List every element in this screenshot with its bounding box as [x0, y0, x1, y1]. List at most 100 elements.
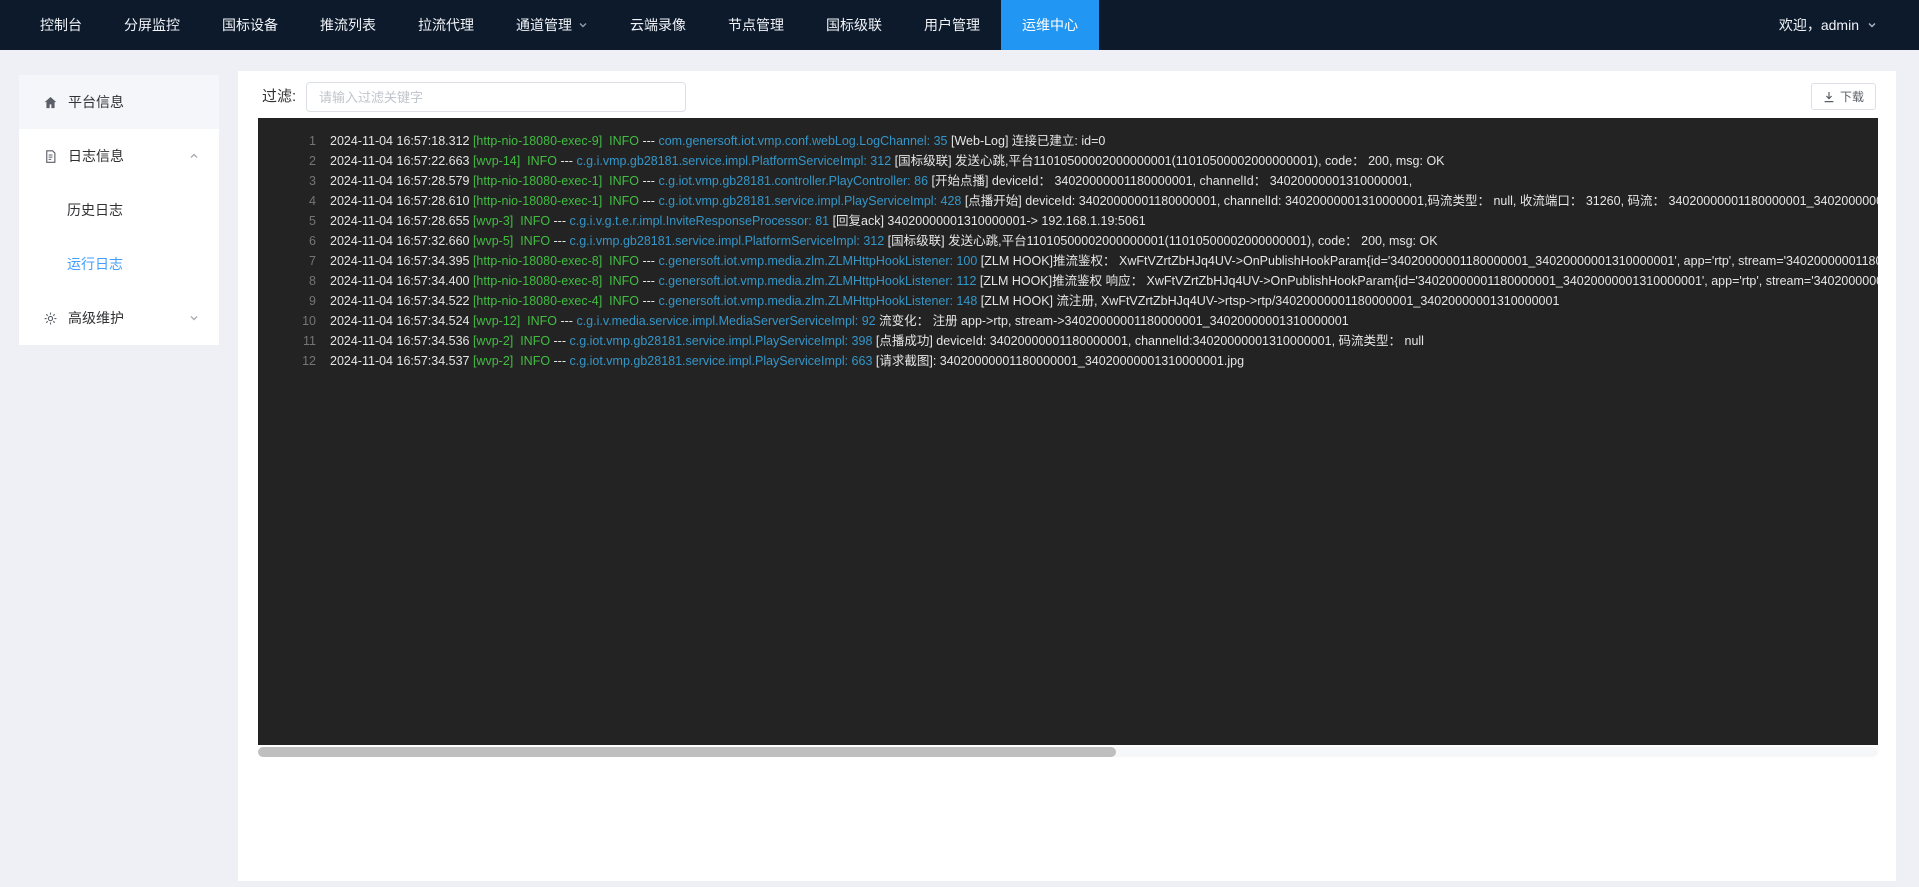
sidebar-item-label: 日志信息	[68, 146, 124, 166]
log-thread: [wvp-2] INFO	[473, 334, 550, 348]
log-logger-class: c.g.iot.vmp.gb28181.service.impl.PlaySer…	[569, 354, 872, 368]
home-icon	[43, 95, 58, 110]
horizontal-scrollbar-track[interactable]	[258, 747, 1878, 757]
nav-item-11[interactable]: 运维中心	[1001, 0, 1099, 50]
log-separator: ---	[639, 134, 658, 148]
sidebar-item-5[interactable]: 高级维护	[19, 291, 219, 345]
log-line: 6 2024-11-04 16:57:32.660 [wvp-5] INFO --…	[258, 231, 1878, 251]
sidebar-item-label: 高级维护	[68, 308, 124, 328]
log-logger-class: c.g.i.v.media.service.impl.MediaServerSe…	[576, 314, 875, 328]
nav-item-5[interactable]: 拉流代理	[397, 0, 495, 50]
log-line-text: 2024-11-04 16:57:18.312 [http-nio-18080-…	[330, 131, 1878, 151]
nav-item-8[interactable]: 节点管理	[707, 0, 805, 50]
nav-item-10[interactable]: 用户管理	[903, 0, 1001, 50]
log-line-number: 5	[258, 211, 316, 231]
log-line: 5 2024-11-04 16:57:28.655 [wvp-3] INFO --…	[258, 211, 1878, 231]
nav-item-9[interactable]: 国标级联	[805, 0, 903, 50]
log-message: [开始点播] deviceId： 34020000001180000001, c…	[928, 174, 1412, 188]
log-line-text: 2024-11-04 16:57:32.660 [wvp-5] INFO ---…	[330, 231, 1878, 251]
log-line-number: 12	[258, 351, 316, 371]
log-message: [点播开始] deviceId: 34020000001180000001, c…	[961, 194, 1878, 208]
log-logger-class: c.g.i.vmp.gb28181.service.impl.PlatformS…	[576, 154, 891, 168]
nav-item-label: 云端录像	[630, 15, 686, 35]
log-message: [ZLM HOOK] 流注册, XwFtVZrtZbHJq4UV->rtsp->…	[977, 294, 1559, 308]
log-toolbar: 过滤: 下载	[238, 71, 1896, 118]
nav-item-label: 运维中心	[1022, 15, 1078, 35]
log-separator: ---	[550, 354, 569, 368]
log-line-text: 2024-11-04 16:57:22.663 [wvp-14] INFO --…	[330, 151, 1878, 171]
log-separator: ---	[557, 154, 576, 168]
log-logger-class: c.g.i.v.g.t.e.r.impl.InviteResponseProce…	[569, 214, 829, 228]
nav-item-label: 节点管理	[728, 15, 784, 35]
nav-item-2[interactable]: 分屏监控	[103, 0, 201, 50]
log-separator: ---	[550, 214, 569, 228]
log-line-number: 9	[258, 291, 316, 311]
nav-item-label: 国标级联	[826, 15, 882, 35]
log-line: 2 2024-11-04 16:57:22.663 [wvp-14] INFO -…	[258, 151, 1878, 171]
log-line-text: 2024-11-04 16:57:34.395 [http-nio-18080-…	[330, 251, 1878, 271]
log-thread: [wvp-14] INFO	[473, 154, 557, 168]
log-line: 12 2024-11-04 16:57:34.537 [wvp-2] INFO -…	[258, 351, 1878, 371]
log-message: [点播成功] deviceId: 34020000001180000001, c…	[872, 334, 1424, 348]
nav-item-label: 通道管理	[516, 15, 572, 35]
document-icon	[43, 149, 58, 164]
log-timestamp: 2024-11-04 16:57:32.660	[330, 234, 473, 248]
nav-item-7[interactable]: 云端录像	[609, 0, 707, 50]
log-separator: ---	[639, 274, 658, 288]
log-console[interactable]: 12024-11-04 16:57:18.312 [http-nio-18080…	[258, 118, 1878, 745]
chevron-down-icon	[578, 20, 588, 30]
log-message: [ZLM HOOK]推流鉴权 响应： XwFtVZrtZbHJq4UV->OnP…	[976, 274, 1878, 288]
gear-icon	[43, 311, 58, 326]
sidebar-item-1[interactable]: 平台信息	[19, 75, 219, 129]
user-menu[interactable]: 欢迎，admin	[1779, 0, 1919, 50]
sidebar-item-2[interactable]: 日志信息	[19, 129, 219, 183]
log-line-number: 6	[258, 231, 316, 251]
log-line: 112024-11-04 16:57:34.536 [wvp-2] INFO -…	[258, 331, 1878, 351]
download-button[interactable]: 下载	[1811, 83, 1876, 110]
log-separator: ---	[550, 334, 569, 348]
log-line: 8 2024-11-04 16:57:34.400 [http-nio-18080…	[258, 271, 1878, 291]
log-line-number: 4	[258, 191, 316, 211]
log-logger-class: com.genersoft.iot.vmp.conf.webLog.LogCha…	[658, 134, 947, 148]
filter-input[interactable]	[306, 82, 686, 112]
log-thread: [http-nio-18080-exec-8] INFO	[473, 254, 639, 268]
log-line-text: 2024-11-04 16:57:34.524 [wvp-12] INFO --…	[330, 311, 1878, 331]
log-line: 92024-11-04 16:57:34.522 [http-nio-18080…	[258, 291, 1878, 311]
log-line-number: 7	[258, 251, 316, 271]
log-line-text: 2024-11-04 16:57:28.579 [http-nio-18080-…	[330, 171, 1878, 191]
nav-item-3[interactable]: 国标设备	[201, 0, 299, 50]
topnav-items: 控制台分屏监控 国标设备 推流列表 拉流代理 通道管理 云端录像 节点管理 国标级联 用户管理 运…	[19, 0, 1099, 50]
log-line-number: 2	[258, 151, 316, 171]
horizontal-scrollbar-thumb[interactable]	[258, 747, 1116, 757]
log-message: [请求截图]: 34020000001180000001_34020000001…	[872, 354, 1244, 368]
log-line-number: 8	[258, 271, 316, 291]
nav-item-4[interactable]: 推流列表	[299, 0, 397, 50]
log-logger-class: c.g.i.vmp.gb28181.service.impl.PlatformS…	[569, 234, 884, 248]
log-line-text: 2024-11-04 16:57:34.537 [wvp-2] INFO ---…	[330, 351, 1878, 371]
nav-item-1[interactable]: 控制台	[19, 0, 103, 50]
filter-label: 过滤:	[262, 85, 296, 106]
sidebar-item-3[interactable]: 历史日志	[19, 183, 219, 237]
sidebar-item-4[interactable]: 运行日志	[19, 237, 219, 291]
log-logger-class: c.genersoft.iot.vmp.media.zlm.ZLMHttpHoo…	[658, 254, 977, 268]
log-timestamp: 2024-11-04 16:57:34.522	[330, 294, 473, 308]
log-line-number: 3	[258, 171, 316, 191]
log-timestamp: 2024-11-04 16:57:18.312	[330, 134, 473, 148]
log-line-number: 10	[258, 311, 316, 331]
log-logger-class: c.g.iot.vmp.gb28181.service.impl.PlaySer…	[658, 194, 961, 208]
log-timestamp: 2024-11-04 16:57:34.524	[330, 314, 473, 328]
welcome-user-label: 欢迎，admin	[1779, 15, 1859, 35]
nav-item-label: 国标设备	[222, 15, 278, 35]
log-line-text: 2024-11-04 16:57:28.655 [wvp-3] INFO ---…	[330, 211, 1878, 231]
nav-item-label: 拉流代理	[418, 15, 474, 35]
log-timestamp: 2024-11-04 16:57:34.536	[330, 334, 473, 348]
main-content: 过滤: 下载 12024-11-04 16:57:18.312 [http-ni…	[238, 71, 1896, 881]
log-line-text: 2024-11-04 16:57:28.610 [http-nio-18080-…	[330, 191, 1878, 211]
top-navigation-bar: 控制台分屏监控 国标设备 推流列表 拉流代理 通道管理 云端录像 节点管理 国标级联 用户管理 运…	[0, 0, 1919, 50]
chevron-down-icon	[189, 313, 199, 323]
nav-item-6[interactable]: 通道管理	[495, 0, 609, 50]
log-thread: [wvp-5] INFO	[473, 234, 550, 248]
log-separator: ---	[550, 234, 569, 248]
log-line-text: 2024-11-04 16:57:34.400 [http-nio-18080-…	[330, 271, 1878, 291]
log-line: 3 2024-11-04 16:57:28.579 [http-nio-18080…	[258, 171, 1878, 191]
